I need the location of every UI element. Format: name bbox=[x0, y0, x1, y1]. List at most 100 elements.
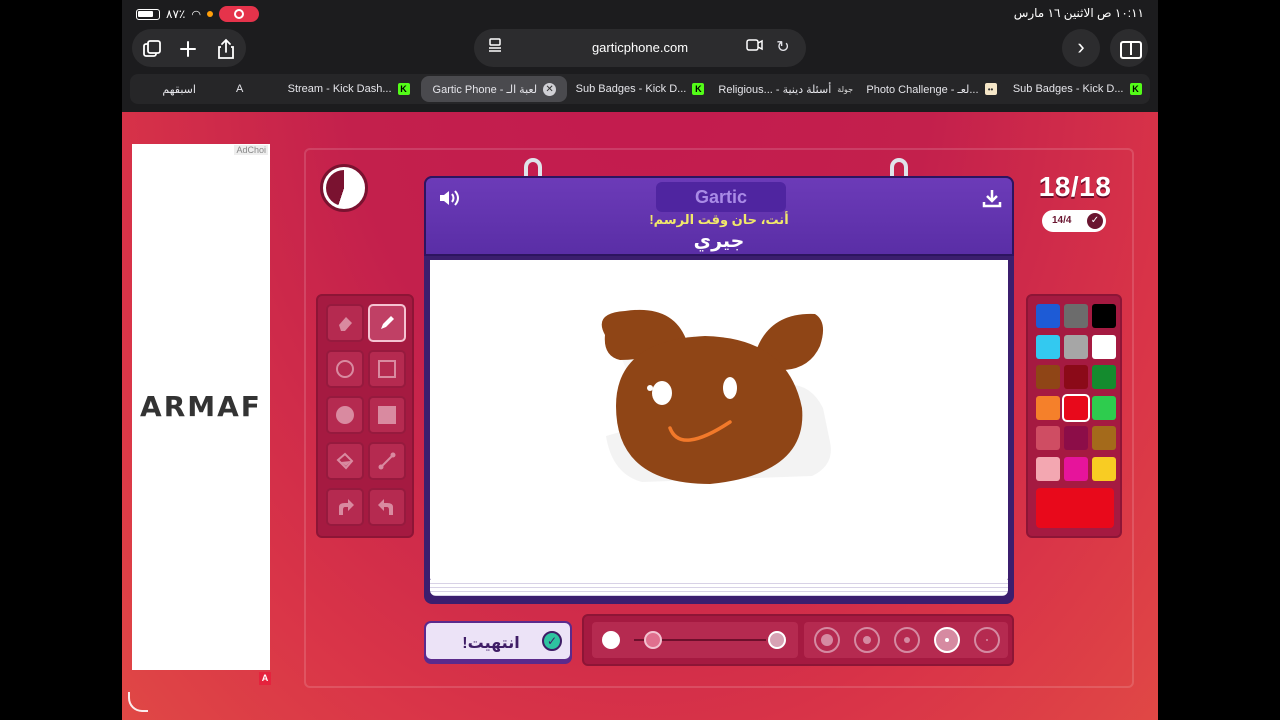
paper-edge bbox=[430, 580, 1008, 596]
forward-button[interactable]: › bbox=[1062, 29, 1100, 67]
sidebar-toggle-icon[interactable] bbox=[1110, 29, 1148, 67]
color-swatch[interactable] bbox=[1036, 457, 1060, 481]
tab-3-active[interactable]: Gartic Phone - لعبة الـ ✕ bbox=[421, 76, 568, 102]
reload-icon[interactable]: ↻ bbox=[772, 37, 794, 59]
color-swatch[interactable] bbox=[1064, 365, 1088, 390]
bucket-icon[interactable] bbox=[326, 442, 364, 480]
share-icon[interactable] bbox=[208, 31, 244, 67]
adchoices-label[interactable]: AdChoi bbox=[234, 145, 268, 155]
ipad-screen: ٨٧٪ ◠ ١٠:١١ ص الاثنين ١٦ مارس garticphon… bbox=[122, 0, 1158, 720]
color-swatch[interactable] bbox=[1036, 365, 1060, 390]
color-swatch[interactable] bbox=[1036, 334, 1060, 359]
site-favicon-icon: جولة bbox=[837, 84, 854, 94]
photo-favicon-icon: •• bbox=[984, 83, 997, 95]
color-swatch[interactable] bbox=[1036, 304, 1060, 328]
tab-label: Stream - Kick Dash... bbox=[287, 83, 392, 95]
close-tab-icon[interactable]: ✕ bbox=[543, 82, 557, 96]
gartic-logo: Gartic bbox=[656, 182, 786, 212]
tab-1[interactable]: اسبقهم A bbox=[130, 74, 276, 104]
color-palette bbox=[1026, 294, 1122, 538]
color-swatch[interactable] bbox=[1092, 365, 1116, 390]
tab-7[interactable]: Sub Badges - Kick D... K bbox=[1004, 74, 1150, 104]
tab-6[interactable]: Photo Challenge - لعـ... •• bbox=[859, 74, 1005, 104]
drawing-sketch bbox=[601, 309, 831, 484]
opacity-slider[interactable] bbox=[592, 622, 798, 658]
opacity-max-icon bbox=[768, 631, 786, 649]
round-counter: 18/18 bbox=[1038, 171, 1112, 202]
pencil-icon[interactable] bbox=[368, 304, 406, 342]
record-icon bbox=[233, 9, 244, 19]
web-content: AdChoi ARMAF A 18/18 14/4 ✓ Gartic أنت، … bbox=[122, 112, 1158, 720]
stroke-settings-bar bbox=[582, 614, 1014, 666]
brush-size-option[interactable] bbox=[894, 627, 920, 653]
done-button[interactable]: انتهيت! ✓ bbox=[424, 621, 572, 661]
current-color-swatch bbox=[1036, 488, 1114, 528]
brush-size-option[interactable] bbox=[974, 627, 1000, 653]
tabs-overview-icon[interactable] bbox=[134, 31, 170, 67]
draw-word: جيري bbox=[693, 231, 745, 252]
opacity-min-icon bbox=[602, 631, 620, 649]
color-swatch[interactable] bbox=[1036, 426, 1060, 451]
timer-icon bbox=[320, 164, 368, 212]
ad-banner[interactable]: AdChoi ARMAF bbox=[132, 144, 270, 670]
status-datetime: ١٠:١١ ص الاثنين ١٦ مارس bbox=[1013, 6, 1144, 20]
battery-percent: ٨٧٪ bbox=[166, 7, 186, 21]
battery-icon bbox=[136, 8, 160, 20]
brush-size-option[interactable] bbox=[854, 627, 880, 653]
screen-record-indicator[interactable] bbox=[218, 6, 259, 22]
tab-4[interactable]: Sub Badges - Kick D... K bbox=[567, 74, 713, 104]
line-icon[interactable] bbox=[368, 442, 406, 480]
eraser-icon[interactable] bbox=[326, 304, 364, 342]
drawing-notebook: Gartic أنت، حان وقت الرسم! جيري bbox=[424, 158, 1014, 604]
done-label: انتهيت! bbox=[462, 635, 520, 652]
brush-size-dot bbox=[821, 634, 833, 646]
opacity-knob[interactable] bbox=[643, 631, 662, 649]
tab-5[interactable]: Religious... - أسئلة دينية جولة bbox=[713, 74, 859, 104]
wifi-icon: ◠ bbox=[191, 8, 201, 21]
ad-brand: ARMAF bbox=[140, 390, 262, 423]
kick-favicon-icon: K bbox=[692, 83, 705, 95]
color-swatch[interactable] bbox=[1092, 426, 1116, 451]
status-bar: ٨٧٪ ◠ ١٠:١١ ص الاثنين ١٦ مارس bbox=[122, 0, 1158, 28]
tab-label: Gartic Phone - لعبة الـ bbox=[432, 83, 538, 96]
drawing-canvas[interactable] bbox=[430, 260, 1008, 582]
tab-favicon: A bbox=[235, 83, 244, 95]
color-swatch[interactable] bbox=[1092, 395, 1116, 420]
brush-size-dot bbox=[863, 636, 871, 644]
square-fill-icon[interactable] bbox=[368, 396, 406, 434]
brush-size-dot bbox=[986, 639, 988, 641]
address-bar[interactable]: garticphone.com ↻ bbox=[474, 29, 806, 67]
tab-label: Religious... - أسئلة دينية bbox=[718, 83, 832, 96]
sound-icon[interactable] bbox=[438, 188, 462, 214]
notebook-header: Gartic أنت، حان وقت الرسم! جيري bbox=[424, 176, 1014, 256]
color-swatch[interactable] bbox=[1064, 426, 1088, 451]
brush-size-option[interactable] bbox=[934, 627, 960, 653]
circle-fill-icon[interactable] bbox=[326, 396, 364, 434]
draw-prompt-message: أنت، حان وقت الرسم! bbox=[649, 212, 789, 227]
kick-favicon-icon: K bbox=[397, 83, 410, 95]
color-swatch[interactable] bbox=[1064, 334, 1088, 359]
brush-size-dot bbox=[945, 638, 949, 642]
color-swatch[interactable] bbox=[1036, 395, 1060, 420]
tab-2[interactable]: Stream - Kick Dash... K bbox=[276, 74, 422, 104]
color-swatch[interactable] bbox=[1064, 304, 1088, 328]
circle-outline-icon[interactable] bbox=[326, 350, 364, 388]
brush-size-option[interactable] bbox=[814, 627, 840, 653]
color-swatch[interactable] bbox=[1064, 457, 1088, 481]
download-icon[interactable] bbox=[982, 188, 1002, 213]
redo-icon[interactable] bbox=[368, 488, 406, 526]
translate-icon[interactable] bbox=[744, 37, 766, 59]
undo-icon[interactable] bbox=[326, 488, 364, 526]
square-outline-icon[interactable] bbox=[368, 350, 406, 388]
color-swatch[interactable] bbox=[1092, 334, 1116, 359]
check-icon: ✓ bbox=[1087, 213, 1103, 229]
kick-favicon-icon: K bbox=[1129, 83, 1142, 95]
browser-toolbar: garticphone.com ↻ › bbox=[122, 28, 1158, 68]
color-swatch[interactable] bbox=[1064, 395, 1088, 420]
new-tab-icon[interactable] bbox=[170, 31, 206, 67]
toolbar-left-group bbox=[132, 29, 246, 67]
tab-bar: اسبقهم A Stream - Kick Dash... K Gartic … bbox=[130, 74, 1150, 104]
color-swatch[interactable] bbox=[1092, 457, 1116, 481]
status-left: ٨٧٪ ◠ bbox=[136, 6, 259, 22]
color-swatch[interactable] bbox=[1092, 304, 1116, 328]
